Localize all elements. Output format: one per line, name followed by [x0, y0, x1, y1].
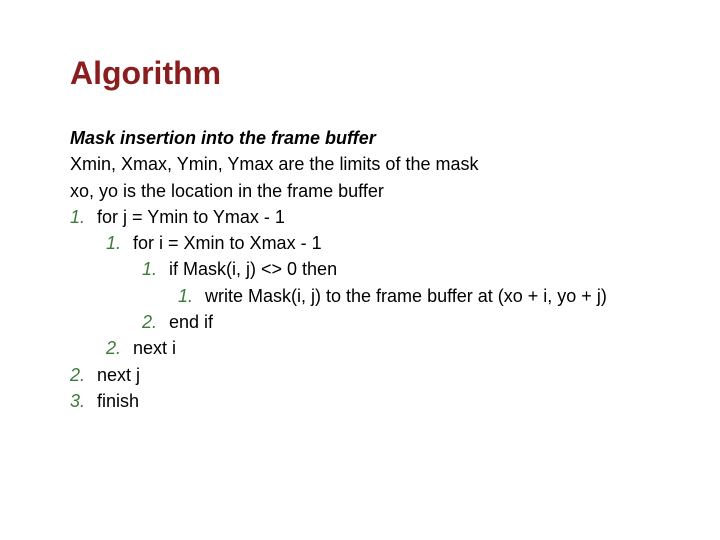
- line-code: next i: [133, 338, 176, 358]
- slide-body: Mask insertion into the frame buffer Xmi…: [70, 126, 660, 413]
- slide-title: Algorithm: [70, 55, 660, 92]
- line-number: 1.: [142, 257, 164, 281]
- algo-line: 1. for j = Ymin to Ymax - 1: [70, 205, 660, 229]
- line-code: if Mask(i, j) <> 0 then: [169, 259, 337, 279]
- line-number: 1.: [70, 205, 92, 229]
- line-number: 2.: [106, 336, 128, 360]
- line-number: 1.: [178, 284, 200, 308]
- algo-line: 3. finish: [70, 389, 660, 413]
- desc-line-1: Xmin, Xmax, Ymin, Ymax are the limits of…: [70, 152, 660, 176]
- algo-line: 1. write Mask(i, j) to the frame buffer …: [70, 284, 660, 308]
- slide: Algorithm Mask insertion into the frame …: [0, 0, 720, 540]
- line-number: 2.: [142, 310, 164, 334]
- line-number: 1.: [106, 231, 128, 255]
- line-code: end if: [169, 312, 213, 332]
- line-code: next j: [97, 365, 140, 385]
- algo-line: 2. next j: [70, 363, 660, 387]
- desc-line-2: xo, yo is the location in the frame buff…: [70, 179, 660, 203]
- line-code: write Mask(i, j) to the frame buffer at …: [205, 286, 607, 306]
- line-number: 2.: [70, 363, 92, 387]
- line-number: 3.: [70, 389, 92, 413]
- algo-line: 2. end if: [70, 310, 660, 334]
- line-code: for j = Ymin to Ymax - 1: [97, 207, 285, 227]
- line-code: for i = Xmin to Xmax - 1: [133, 233, 322, 253]
- algo-line: 2. next i: [70, 336, 660, 360]
- line-code: finish: [97, 391, 139, 411]
- subheading: Mask insertion into the frame buffer: [70, 126, 660, 150]
- algo-line: 1. if Mask(i, j) <> 0 then: [70, 257, 660, 281]
- algo-line: 1. for i = Xmin to Xmax - 1: [70, 231, 660, 255]
